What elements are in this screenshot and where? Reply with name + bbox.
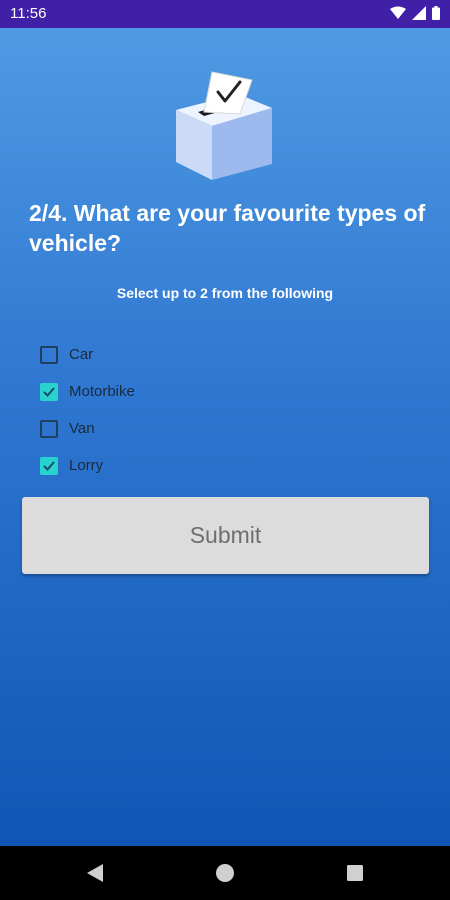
recents-button[interactable]: [325, 846, 385, 900]
submit-button[interactable]: Submit: [22, 497, 429, 574]
back-icon: [87, 864, 103, 882]
checkmark-icon: [43, 460, 55, 471]
option-label: Motorbike: [69, 383, 135, 400]
home-icon: [216, 864, 234, 882]
wifi-icon: [390, 6, 406, 19]
signal-icon: [412, 6, 426, 20]
survey-screen: 2/4. What are your favourite types of ve…: [0, 28, 450, 846]
navigation-bar: [0, 846, 450, 900]
car-checkbox[interactable]: [40, 345, 58, 364]
status-time: 11:56: [10, 5, 47, 22]
motorbike-checkbox[interactable]: [40, 382, 58, 401]
option-label: Lorry: [69, 457, 104, 474]
status-icons: [390, 6, 440, 20]
options-list: Car Motorbike Van Lorry: [40, 336, 135, 484]
question-title: 2/4. What are your favourite types of ve…: [29, 200, 426, 256]
van-checkbox[interactable]: [40, 419, 58, 438]
option-label: Van: [69, 420, 95, 437]
option-lorry[interactable]: Lorry: [40, 447, 135, 484]
home-button[interactable]: [195, 846, 255, 900]
option-car[interactable]: Car: [40, 336, 135, 373]
battery-icon: [432, 6, 440, 20]
checkmark-icon: [43, 386, 55, 397]
status-bar: 11:56: [0, 0, 450, 28]
lorry-checkbox[interactable]: [40, 456, 58, 475]
option-motorbike[interactable]: Motorbike: [40, 373, 135, 410]
option-van[interactable]: Van: [40, 410, 135, 447]
ballot-box-icon: [176, 71, 272, 180]
option-label: Car: [69, 346, 94, 363]
back-button[interactable]: [65, 846, 125, 900]
recents-icon: [347, 865, 363, 881]
question-instruction: Select up to 2 from the following: [116, 285, 334, 301]
